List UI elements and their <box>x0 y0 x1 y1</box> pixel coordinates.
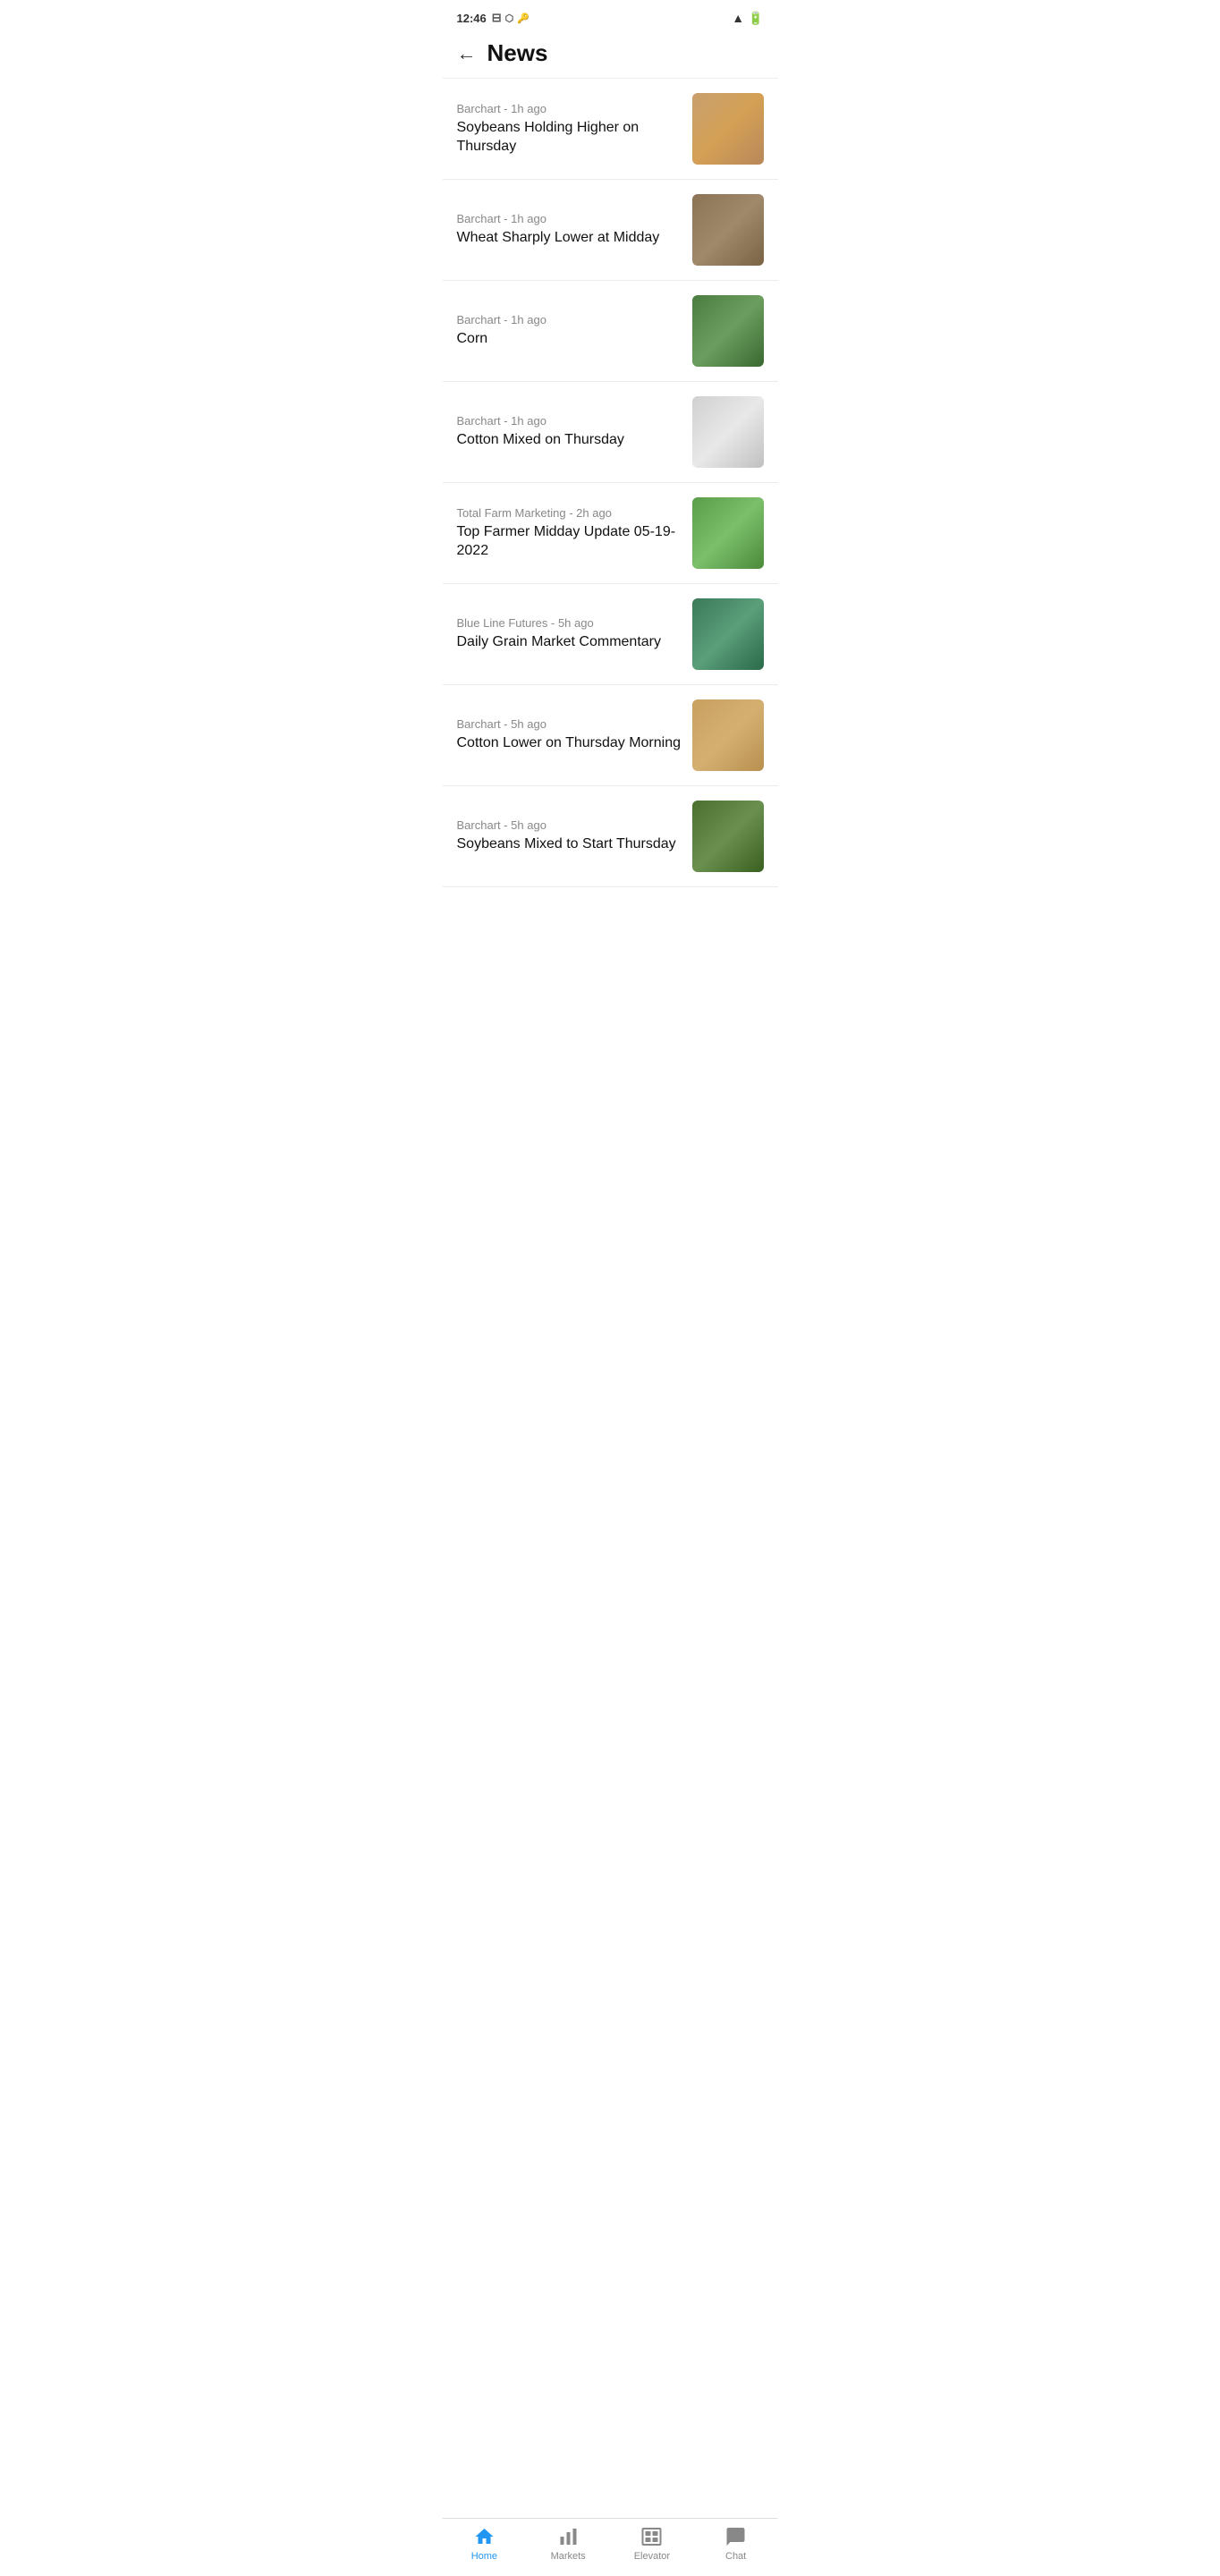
news-thumbnail <box>692 93 764 165</box>
page-header: ← News <box>443 32 778 79</box>
news-title: Cotton Lower on Thursday Morning <box>457 734 682 753</box>
markets-icon <box>557 2526 579 2547</box>
status-right-icons: ▲ 🔋 <box>732 11 763 26</box>
news-item[interactable]: Total Farm Marketing - 2h ago Top Farmer… <box>443 483 778 584</box>
app-icon-1: ⬡ <box>505 13 514 24</box>
thumbnail-image <box>692 699 764 771</box>
thumbnail-image <box>692 194 764 266</box>
nav-label-chat: Chat <box>725 2551 746 2562</box>
news-content: Barchart - 1h ago Cotton Mixed on Thursd… <box>457 414 682 450</box>
news-thumbnail <box>692 497 764 569</box>
news-content: Barchart - 1h ago Corn <box>457 313 682 349</box>
news-item[interactable]: Barchart - 1h ago Corn <box>443 281 778 382</box>
back-button[interactable]: ← <box>457 42 477 65</box>
news-item[interactable]: Barchart - 1h ago Cotton Mixed on Thursd… <box>443 382 778 483</box>
news-content: Blue Line Futures - 5h ago Daily Grain M… <box>457 616 682 652</box>
news-thumbnail <box>692 598 764 670</box>
nav-item-markets[interactable]: Markets <box>541 2526 595 2562</box>
sim-icon: ⊟ <box>492 11 502 25</box>
news-item[interactable]: Blue Line Futures - 5h ago Daily Grain M… <box>443 584 778 685</box>
news-source: Total Farm Marketing - 2h ago <box>457 506 682 520</box>
news-source: Barchart - 1h ago <box>457 102 682 115</box>
news-content: Barchart - 5h ago Soybeans Mixed to Star… <box>457 818 682 854</box>
thumbnail-image <box>692 598 764 670</box>
news-content: Barchart - 1h ago Soybeans Holding Highe… <box>457 102 682 157</box>
news-source: Barchart - 1h ago <box>457 212 682 225</box>
news-source: Barchart - 1h ago <box>457 414 682 428</box>
news-thumbnail <box>692 194 764 266</box>
news-content: Barchart - 1h ago Wheat Sharply Lower at… <box>457 212 682 248</box>
thumbnail-image <box>692 93 764 165</box>
news-title: Top Farmer Midday Update 05-19-2022 <box>457 523 682 561</box>
news-title: Wheat Sharply Lower at Midday <box>457 229 682 248</box>
battery-icon: 🔋 <box>748 11 763 26</box>
nav-item-home[interactable]: Home <box>457 2526 511 2562</box>
news-title: Corn <box>457 330 682 349</box>
status-time: 12:46 ⊟ ⬡ 🔑 <box>457 11 530 25</box>
thumbnail-image <box>692 801 764 872</box>
news-source: Barchart - 5h ago <box>457 818 682 832</box>
news-title: Daily Grain Market Commentary <box>457 633 682 652</box>
time-display: 12:46 <box>457 12 487 25</box>
news-thumbnail <box>692 295 764 367</box>
news-list: Barchart - 1h ago Soybeans Holding Highe… <box>443 79 778 959</box>
status-bar: 12:46 ⊟ ⬡ 🔑 ▲ 🔋 <box>443 0 778 32</box>
lock-icon: 🔑 <box>517 13 530 24</box>
news-source: Barchart - 1h ago <box>457 313 682 326</box>
news-thumbnail <box>692 699 764 771</box>
news-content: Barchart - 5h ago Cotton Lower on Thursd… <box>457 717 682 753</box>
news-source: Barchart - 5h ago <box>457 717 682 731</box>
news-item[interactable]: Barchart - 5h ago Soybeans Mixed to Star… <box>443 786 778 887</box>
status-left-icons: ⊟ ⬡ 🔑 <box>492 11 530 25</box>
news-thumbnail <box>692 396 764 468</box>
nav-item-chat[interactable]: Chat <box>709 2526 763 2562</box>
news-title: Cotton Mixed on Thursday <box>457 431 682 450</box>
nav-label-elevator: Elevator <box>634 2551 670 2562</box>
news-source: Blue Line Futures - 5h ago <box>457 616 682 630</box>
news-content: Total Farm Marketing - 2h ago Top Farmer… <box>457 506 682 561</box>
nav-item-elevator[interactable]: Elevator <box>625 2526 679 2562</box>
thumbnail-image <box>692 295 764 367</box>
nav-label-home: Home <box>471 2551 497 2562</box>
news-item[interactable]: Barchart - 1h ago Wheat Sharply Lower at… <box>443 180 778 281</box>
thumbnail-image <box>692 396 764 468</box>
elevator-icon <box>641 2526 663 2547</box>
chat-icon <box>725 2526 747 2547</box>
nav-label-markets: Markets <box>551 2551 586 2562</box>
news-title: Soybeans Holding Higher on Thursday <box>457 119 682 157</box>
home-icon <box>473 2526 495 2547</box>
news-title: Soybeans Mixed to Start Thursday <box>457 835 682 854</box>
bottom-navigation: Home Markets Elevator Chat <box>443 2518 778 2576</box>
news-thumbnail <box>692 801 764 872</box>
wifi-icon: ▲ <box>732 11 744 25</box>
news-item[interactable]: Barchart - 5h ago Cotton Lower on Thursd… <box>443 685 778 786</box>
news-item[interactable]: Barchart - 1h ago Soybeans Holding Highe… <box>443 79 778 180</box>
page-title: News <box>487 39 548 67</box>
thumbnail-image <box>692 497 764 569</box>
